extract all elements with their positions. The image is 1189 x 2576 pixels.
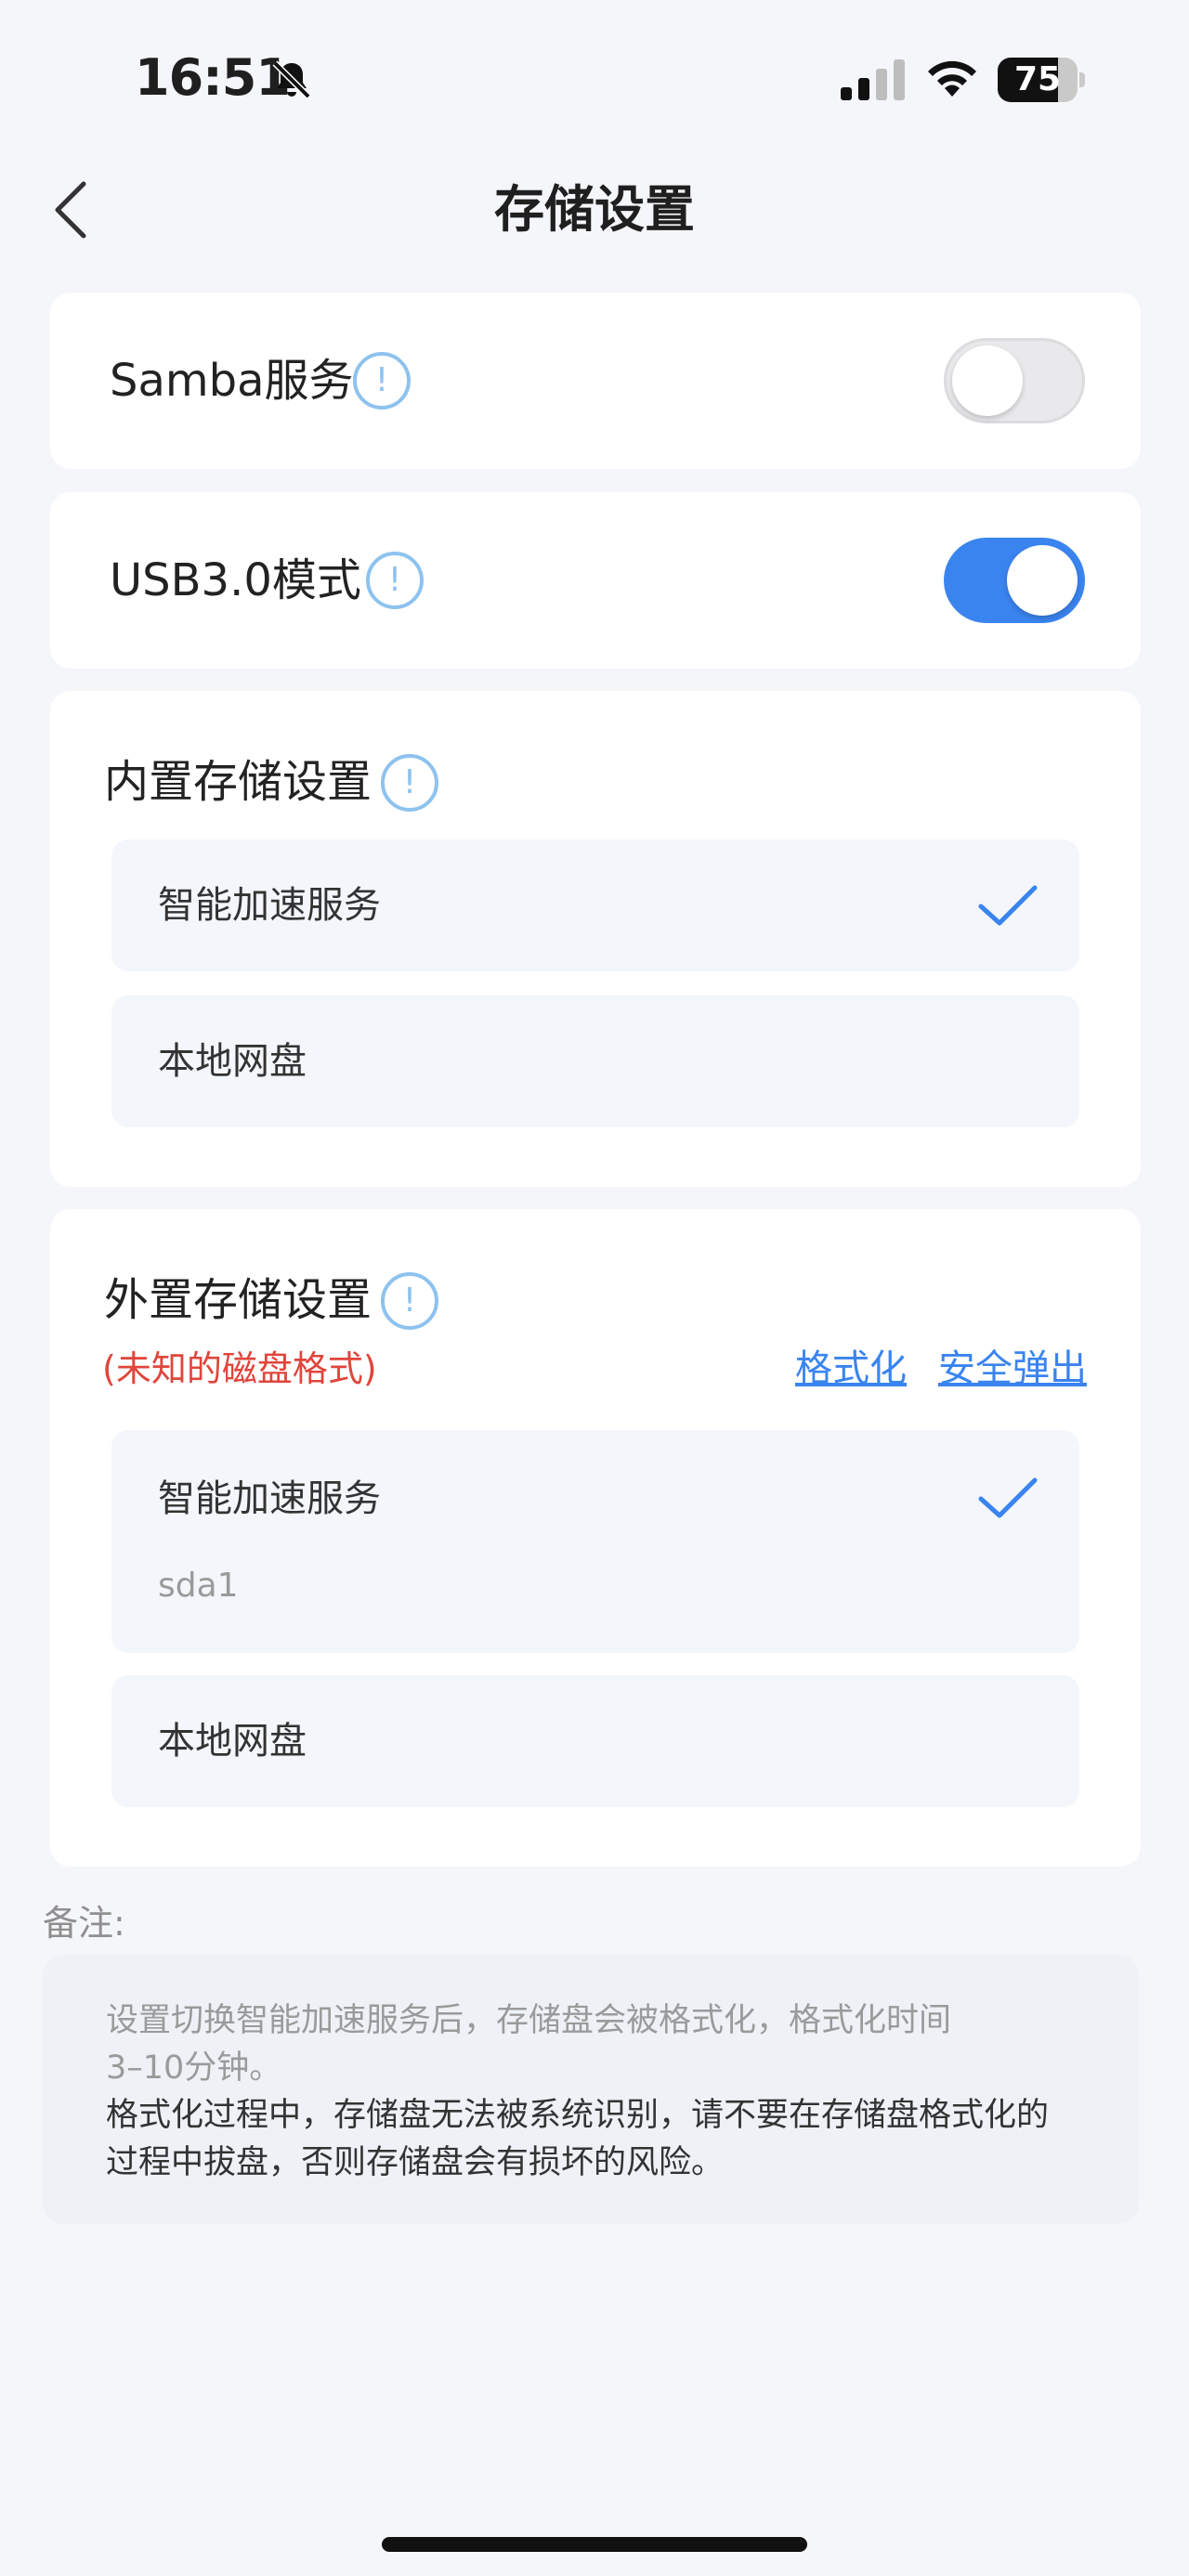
usb-label: USB3.0模式 bbox=[110, 554, 361, 606]
home-indicator[interactable] bbox=[382, 2537, 807, 2552]
check-icon bbox=[978, 885, 1038, 926]
internal-storage-info-icon[interactable]: ! bbox=[381, 754, 438, 812]
samba-info-icon[interactable]: ! bbox=[353, 352, 411, 410]
external-storage-info-icon[interactable]: ! bbox=[381, 1272, 438, 1330]
usb-card: USB3.0模式 ! bbox=[50, 492, 1141, 669]
unknown-disk-format-warning: (未知的磁盘格式) bbox=[102, 1348, 377, 1389]
status-bar: 16:51 75 bbox=[0, 0, 1189, 158]
safe-eject-link[interactable]: 安全弹出 bbox=[938, 1343, 1087, 1395]
bell-slash-icon bbox=[272, 60, 311, 99]
external-option-local-netdisk[interactable]: 本地网盘 bbox=[111, 1675, 1079, 1807]
disk-name: sda1 bbox=[158, 1567, 239, 1605]
signal-icon bbox=[841, 59, 905, 100]
option-label: 智能加速服务 bbox=[158, 1477, 381, 1520]
internal-option-smart-acceleration[interactable]: 智能加速服务 bbox=[111, 839, 1079, 971]
usb-toggle[interactable] bbox=[944, 538, 1085, 623]
wifi-icon bbox=[928, 60, 976, 97]
note-line: 3–10分钟。 bbox=[106, 2049, 282, 2087]
note-line: 过程中拔盘，否则存储盘会有损坏的风险。 bbox=[106, 2144, 725, 2181]
samba-card: Samba服务 ! bbox=[50, 293, 1141, 469]
note-line: 设置切换智能加速服务后，存储盘会被格式化，格式化时间 bbox=[106, 2002, 952, 2039]
notes-label: 备注: bbox=[43, 1903, 125, 1944]
samba-toggle[interactable] bbox=[944, 338, 1085, 423]
internal-storage-title: 内置存储设置 bbox=[104, 756, 372, 808]
note-line: 格式化过程中，存储盘无法被系统识别，请不要在存储盘格式化的 bbox=[106, 2097, 1050, 2134]
external-storage-title: 外置存储设置 bbox=[104, 1274, 372, 1326]
check-icon bbox=[978, 1477, 1038, 1518]
status-time: 16:51 bbox=[135, 48, 291, 107]
notes-box: 设置切换智能加速服务后，存储盘会被格式化，格式化时间 3–10分钟。 格式化过程… bbox=[43, 1955, 1139, 2224]
internal-storage-card: 内置存储设置 ! 智能加速服务 本地网盘 bbox=[50, 691, 1141, 1187]
external-option-smart-acceleration[interactable]: 智能加速服务 sda1 bbox=[111, 1430, 1079, 1653]
option-label: 智能加速服务 bbox=[158, 884, 381, 927]
option-label: 本地网盘 bbox=[158, 1040, 307, 1083]
usb-info-icon[interactable]: ! bbox=[366, 552, 424, 609]
option-label: 本地网盘 bbox=[158, 1720, 307, 1763]
battery-percent: 75 bbox=[1013, 60, 1062, 98]
battery-icon: 75 bbox=[998, 58, 1087, 102]
internal-option-local-netdisk[interactable]: 本地网盘 bbox=[111, 995, 1079, 1127]
storage-settings-screen: 16:51 75 存储设置 Samba服务 ! USB3.0模式 ! 内置存储设… bbox=[0, 0, 1189, 2576]
external-storage-card: 外置存储设置 ! (未知的磁盘格式) 格式化 安全弹出 智能加速服务 sda1 … bbox=[50, 1209, 1141, 1867]
page-title: 存储设置 bbox=[494, 180, 695, 239]
format-link[interactable]: 格式化 bbox=[795, 1343, 907, 1395]
samba-label: Samba服务 bbox=[110, 355, 354, 407]
